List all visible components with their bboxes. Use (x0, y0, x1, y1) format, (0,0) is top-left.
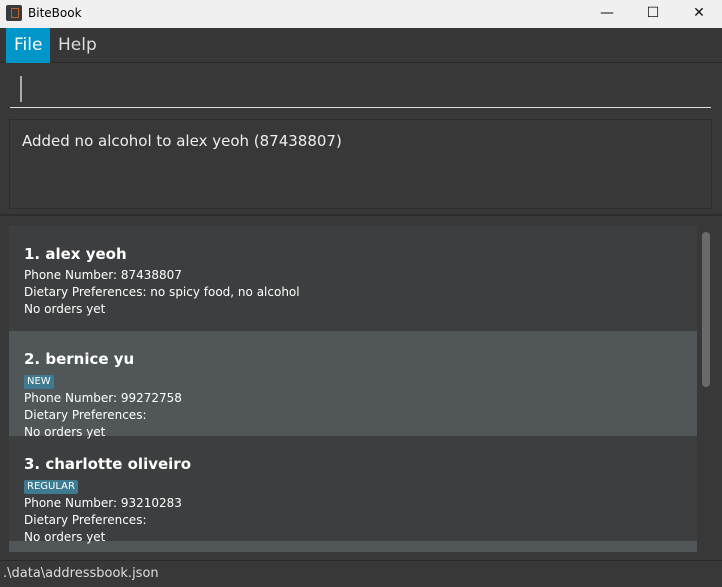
person-card[interactable]: 1. alex yeoh Phone Number: 87438807 Dietar… (9, 226, 697, 331)
person-card[interactable]: 3. charlotte oliveiro REGULAR Phone Number… (9, 436, 697, 544)
person-diet: Dietary Preferences: (24, 513, 147, 527)
status-bar: .\data\addressbook.json (0, 560, 722, 587)
scrollbar[interactable] (702, 232, 710, 387)
menu-file[interactable]: File (6, 28, 51, 63)
divider (0, 214, 722, 216)
title-bar: BiteBook — ☐ ✕ (0, 0, 722, 28)
result-display: Added no alcohol to alex yeoh (87438807) (9, 119, 712, 209)
person-phone: Phone Number: 99272758 (24, 391, 182, 405)
person-orders: No orders yet (24, 302, 106, 316)
person-tag: NEW (24, 375, 54, 389)
person-tag: REGULAR (24, 480, 78, 494)
person-name: 2. bernice yu (24, 350, 135, 368)
person-name: 3. charlotte oliveiro (24, 455, 192, 473)
menu-bar: File Help (0, 28, 722, 63)
maximize-button[interactable]: ☐ (630, 0, 676, 28)
person-phone: Phone Number: 93210283 (24, 496, 182, 510)
person-card-partial[interactable] (9, 541, 697, 552)
person-diet: Dietary Preferences: (24, 408, 147, 422)
person-name: 1. alex yeoh (24, 245, 127, 263)
window-title: BiteBook (28, 6, 82, 20)
person-phone: Phone Number: 87438807 (24, 268, 182, 282)
command-input[interactable] (10, 70, 711, 108)
text-caret (20, 76, 22, 102)
person-list[interactable]: 1. alex yeoh Phone Number: 87438807 Dietar… (9, 226, 697, 552)
minimize-button[interactable]: — (584, 0, 630, 28)
person-diet: Dietary Preferences: no spicy food, no a… (24, 285, 300, 299)
menu-help[interactable]: Help (50, 28, 105, 63)
app-icon (6, 5, 22, 21)
close-button[interactable]: ✕ (676, 0, 722, 28)
person-card[interactable]: 2. bernice yu NEW Phone Number: 99272758 Di… (9, 331, 697, 439)
